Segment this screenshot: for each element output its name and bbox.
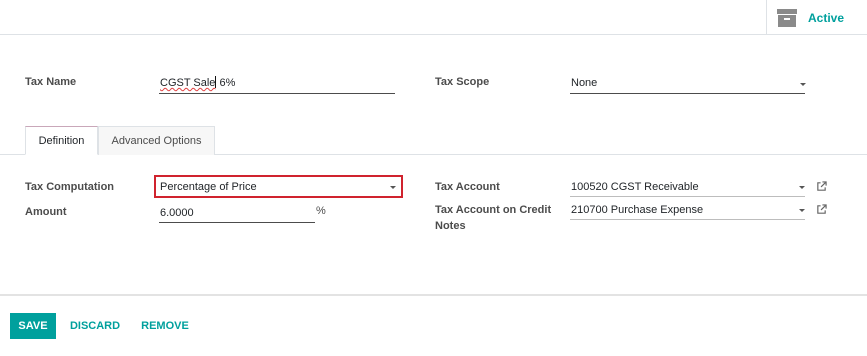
tax-name-label: Tax Name [25, 76, 77, 88]
amount-label: Amount [25, 206, 67, 218]
tax-account-label: Tax Account [435, 181, 500, 193]
chevron-down-icon [799, 209, 805, 212]
tax-account-credit-label: Tax Account on Credit Notes [435, 202, 551, 234]
tax-computation-label: Tax Computation [25, 181, 115, 193]
tab-advanced-options[interactable]: Advanced Options [98, 126, 215, 155]
tax-name-input[interactable]: CGST Sale 6% [159, 75, 395, 94]
external-link-icon[interactable] [816, 204, 827, 215]
amount-value: 6.0000 [160, 207, 194, 219]
chevron-down-icon [800, 83, 806, 86]
tax-account-credit-value: 210700 Purchase Expense [571, 204, 704, 216]
tax-scope-label: Tax Scope [435, 76, 490, 88]
tax-computation-select[interactable]: Percentage of Price [159, 179, 399, 195]
external-link-icon[interactable] [816, 181, 827, 192]
chevron-down-icon [799, 186, 805, 189]
active-label: Active [808, 10, 845, 25]
chevron-down-icon [390, 186, 396, 189]
remove-button[interactable]: REMOVE [136, 313, 194, 339]
tax-scope-value: None [571, 77, 598, 89]
active-toggle-button[interactable]: Active [766, 0, 867, 35]
tax-account-credit-label-line2: Notes [435, 220, 466, 232]
tax-account-select[interactable]: 100520 CGST Receivable [570, 179, 805, 197]
tax-account-credit-select[interactable]: 210700 Purchase Expense [570, 202, 805, 220]
save-button[interactable]: SAVE [10, 313, 56, 339]
tax-scope-select[interactable]: None [570, 75, 805, 94]
tax-account-credit-label-line1: Tax Account on Credit [435, 204, 552, 216]
status-bar: Active [0, 0, 867, 35]
archive-icon [777, 8, 797, 27]
tax-name-value-rest: 6% [216, 77, 236, 89]
tab-definition[interactable]: Definition [25, 126, 98, 155]
discard-button[interactable]: DISCARD [64, 313, 126, 339]
tax-computation-value: Percentage of Price [160, 181, 257, 193]
tax-account-value: 100520 CGST Receivable [571, 181, 699, 193]
amount-input[interactable]: 6.0000 [159, 205, 315, 223]
tax-form-dialog: Active Tax Name CGST Sale 6% Tax Scope N… [0, 0, 867, 356]
amount-unit: % [316, 205, 326, 217]
footer-divider [0, 294, 867, 296]
tax-name-value: CGST Sale [160, 77, 216, 89]
